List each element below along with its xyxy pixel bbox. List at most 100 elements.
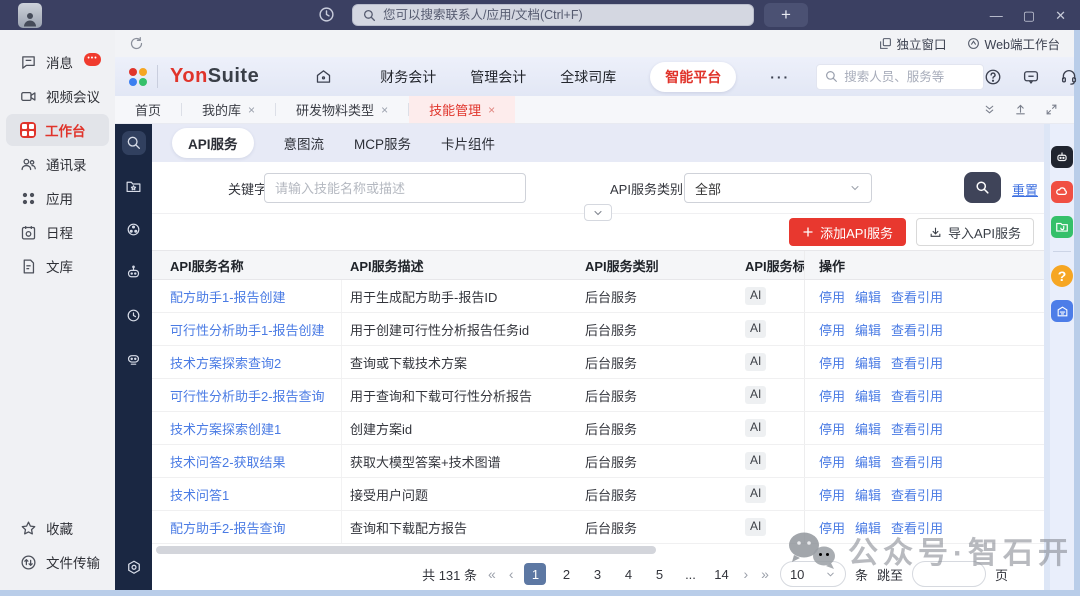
page-number[interactable]: 1 [524,563,546,585]
chevron-double-down-icon[interactable] [983,103,996,116]
view-references-link[interactable]: 查看引用 [891,287,943,306]
page-number[interactable]: 3 [586,563,608,585]
view-references-link[interactable]: 查看引用 [891,386,943,405]
sidebar-item-apps[interactable]: 应用 [6,182,109,214]
sidebar-item-messages[interactable]: 消息 ••• [6,46,109,78]
next-page-button[interactable]: › [741,566,750,582]
tab-my-library[interactable]: 我的库× [182,96,275,123]
collapse-filter-button[interactable] [584,204,612,221]
close-tab-icon[interactable]: × [488,103,495,117]
tab-skill-management[interactable]: 技能管理× [409,96,515,123]
sidebar-item-favorites[interactable]: 收藏 [6,512,109,544]
standalone-window-link[interactable]: 独立窗口 [879,34,947,53]
strip-bot2-icon[interactable] [122,346,146,370]
header-search-box[interactable] [816,64,984,90]
strip-history-icon[interactable] [122,303,146,327]
first-page-button[interactable]: « [486,566,498,582]
edit-link[interactable]: 编辑 [855,518,881,537]
strip-search-icon[interactable] [122,131,146,155]
disable-link[interactable]: 停用 [819,452,845,471]
page-number[interactable]: 4 [617,563,639,585]
tab-material-type[interactable]: 研发物料类型× [276,96,408,123]
web-workbench-link[interactable]: Web端工作台 [967,34,1060,53]
page-size-select[interactable]: 10 [780,561,846,587]
refresh-icon[interactable] [129,36,144,51]
sidebar-item-file-transfer[interactable]: 文件传输 [6,546,109,578]
global-search-box[interactable] [352,4,754,26]
new-tab-button[interactable]: + [764,3,808,27]
last-page-button[interactable]: » [759,566,771,582]
feedback-comment-icon[interactable] [1022,68,1040,86]
settings-gear-icon[interactable] [122,556,146,580]
api-name-link[interactable]: 配方助手2-报告查询 [170,518,286,537]
global-search-input[interactable] [383,8,743,22]
nav-item-finance[interactable]: 财务会计 [380,67,436,87]
search-button[interactable] [964,172,1001,203]
page-number[interactable]: 14 [710,563,732,585]
sidebar-item-video-meeting[interactable]: 视频会议 [6,80,109,112]
strip-folder-star-icon[interactable] [122,174,146,198]
disable-link[interactable]: 停用 [819,485,845,504]
add-api-service-button[interactable]: 添加API服务 [789,218,906,246]
expand-icon[interactable] [1045,103,1058,116]
clipboard-tasks-icon[interactable] [1051,300,1073,322]
close-tab-icon[interactable]: × [381,103,388,117]
api-name-link[interactable]: 可行性分析助手1-报告创建 [170,320,325,339]
sidebar-item-calendar[interactable]: 日程 [6,216,109,248]
nav-item-management[interactable]: 管理会计 [470,67,526,87]
edit-link[interactable]: 编辑 [855,419,881,438]
view-references-link[interactable]: 查看引用 [891,518,943,537]
disable-link[interactable]: 停用 [819,386,845,405]
api-name-link[interactable]: 可行性分析助手2-报告查询 [170,386,325,405]
home-icon[interactable] [315,68,332,85]
nav-item-treasury[interactable]: 全球司库 [560,67,616,87]
jump-page-input[interactable] [912,561,986,587]
close-button[interactable]: ✕ [1055,9,1066,22]
sidebar-item-contacts[interactable]: 通讯录 [6,148,109,180]
keyword-input[interactable] [264,173,526,203]
assistant-bot-icon[interactable] [1051,146,1073,168]
edit-link[interactable]: 编辑 [855,485,881,504]
api-name-link[interactable]: 技术问答2-获取结果 [170,452,286,471]
tab-api-service[interactable]: API服务 [172,128,254,158]
edit-link[interactable]: 编辑 [855,452,881,471]
edit-link[interactable]: 编辑 [855,287,881,306]
strip-atom-icon[interactable] [122,217,146,241]
upload-icon[interactable] [1014,103,1027,116]
headset-support-icon[interactable] [1060,68,1078,86]
minimize-button[interactable]: — [990,9,1003,22]
api-name-link[interactable]: 配方助手1-报告创建 [170,287,286,306]
folder-attachment-icon[interactable] [1051,216,1073,238]
disable-link[interactable]: 停用 [819,419,845,438]
page-ellipsis[interactable]: ... [679,563,701,585]
user-avatar[interactable] [18,3,42,28]
page-number[interactable]: 2 [555,563,577,585]
api-name-link[interactable]: 技术问答1 [170,485,229,504]
help-icon[interactable] [984,68,1002,86]
tab-mcp-service[interactable]: MCP服务 [354,133,411,153]
disable-link[interactable]: 停用 [819,320,845,339]
disable-link[interactable]: 停用 [819,287,845,306]
category-select[interactable]: 全部 [684,173,872,203]
edit-link[interactable]: 编辑 [855,353,881,372]
cloud-app-icon[interactable] [1051,181,1073,203]
nav-more-button[interactable]: ··· [770,69,790,85]
maximize-button[interactable]: ▢ [1023,9,1035,22]
page-number[interactable]: 5 [648,563,670,585]
edit-link[interactable]: 编辑 [855,386,881,405]
close-tab-icon[interactable]: × [248,103,255,117]
edit-link[interactable]: 编辑 [855,320,881,339]
header-search-input[interactable] [844,70,975,84]
view-references-link[interactable]: 查看引用 [891,353,943,372]
help-question-icon[interactable]: ? [1051,265,1073,287]
api-name-link[interactable]: 技术方案探索创建1 [170,419,281,438]
sidebar-item-workbench[interactable]: 工作台 [6,114,109,146]
nav-item-ai-platform[interactable]: 智能平台 [650,62,736,92]
api-name-link[interactable]: 技术方案探索查询2 [170,353,281,372]
import-api-service-button[interactable]: 导入API服务 [916,218,1034,246]
reset-button[interactable]: 重置 [1012,180,1038,199]
sidebar-item-library[interactable]: 文库 [6,250,109,282]
history-clock-icon[interactable] [318,6,335,23]
disable-link[interactable]: 停用 [819,518,845,537]
tab-home[interactable]: 首页 [115,96,181,123]
